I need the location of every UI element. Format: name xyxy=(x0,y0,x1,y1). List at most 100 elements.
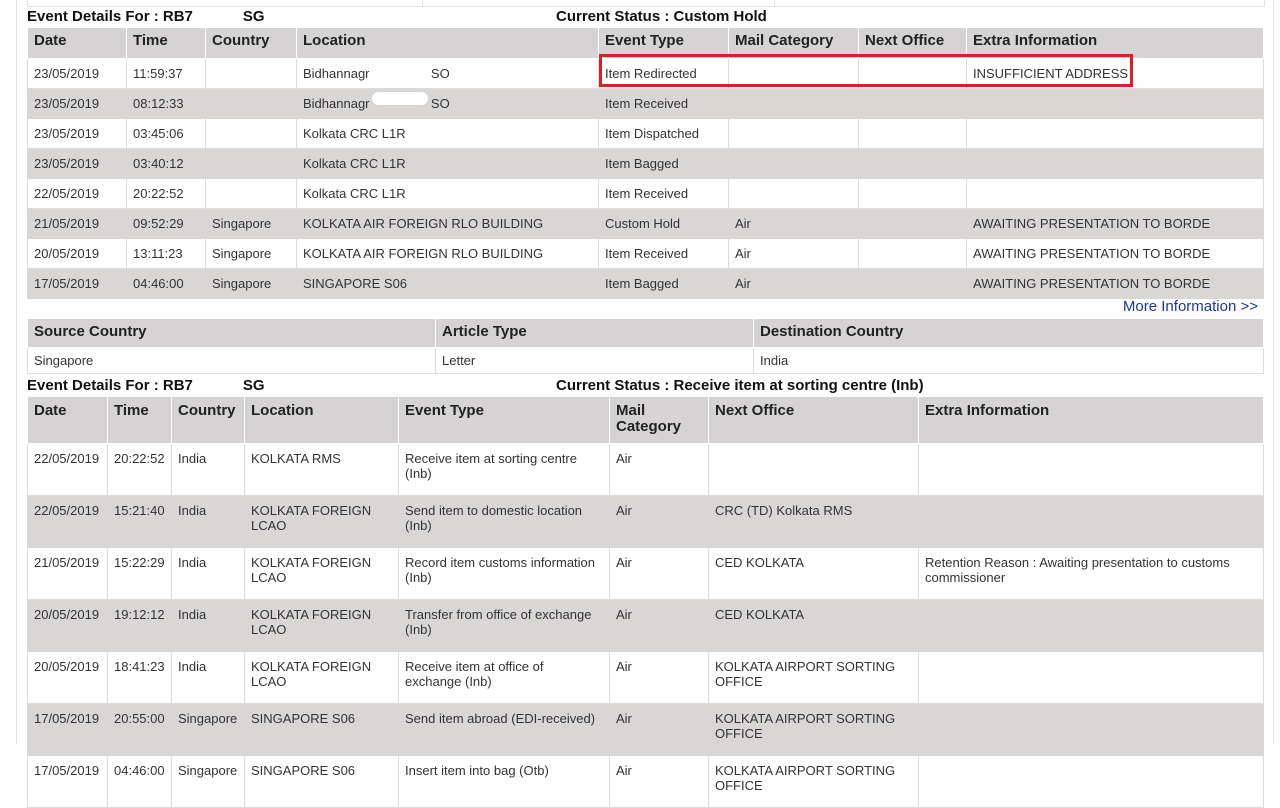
table-row: 23/05/2019 08:12:33 Bidhannagr SO Item Rece… xyxy=(27,88,1264,119)
extra-information-cell: Retention Reason : Awaiting presentation… xyxy=(918,547,1264,600)
mail-category-cell: Air xyxy=(609,651,709,704)
next-office-cell xyxy=(858,58,967,89)
time-cell: 04:46:00 xyxy=(107,755,172,808)
extra-information-cell xyxy=(966,178,1264,209)
event-details-label: Event Details For : RB7 SG xyxy=(27,377,265,394)
mail-category-cell: Air xyxy=(609,599,709,652)
extra-information-cell xyxy=(918,495,1264,548)
next-office-cell: KOLKATA AIRPORT SORTING OFFICE xyxy=(708,651,919,704)
table-row: 22/05/2019 15:21:40 India KOLKATA FOREIGN L… xyxy=(27,495,1264,548)
location-cell: KOLKATA FOREIGN LCAO xyxy=(244,599,399,652)
column-header-source-country: Source Country xyxy=(27,318,436,348)
next-office-cell xyxy=(858,208,967,239)
more-information-link[interactable]: More Information >> xyxy=(1123,298,1258,315)
column-header-extra-information: Extra Information xyxy=(966,27,1264,59)
next-office-cell xyxy=(858,118,967,149)
next-office-cell xyxy=(858,178,967,209)
country-cell xyxy=(205,148,297,179)
column-header-next-office: Next Office xyxy=(858,27,967,59)
extra-information-cell xyxy=(966,88,1264,119)
event-type-cell: Item Received xyxy=(598,178,729,209)
table-row: 23/05/2019 03:45:06 Kolkata CRC L1R Item Di… xyxy=(27,118,1264,149)
country-cell: India xyxy=(171,599,245,652)
event-type-cell: Item Received xyxy=(598,88,729,119)
previous-table-bottom xyxy=(27,0,1265,7)
event-type-cell: Item Bagged xyxy=(598,148,729,179)
table-header-row: Source Country Article Type Destination … xyxy=(27,318,1264,348)
extra-information-cell xyxy=(918,755,1264,808)
column-header-article-type: Article Type xyxy=(435,318,754,348)
country-cell: India xyxy=(171,443,245,496)
next-office-cell xyxy=(858,238,967,269)
time-cell: 20:55:00 xyxy=(107,703,172,756)
event-type-cell: Record item customs information (Inb) xyxy=(398,547,610,600)
country-cell: Singapore xyxy=(171,703,245,756)
extra-information-cell xyxy=(966,118,1264,149)
column-header-mail-category: Mail Category xyxy=(609,396,709,444)
date-cell: 23/05/2019 xyxy=(27,58,127,89)
country-cell: Singapore xyxy=(171,755,245,808)
column-header-destination-country: Destination Country xyxy=(753,318,1264,348)
extra-information-cell xyxy=(966,148,1264,179)
mail-category-cell xyxy=(728,178,859,209)
event-details-header-1: Event Details For : RB7 SG Current Statu… xyxy=(27,8,1263,26)
current-status-label: Current Status : Custom Hold xyxy=(556,8,767,25)
country-cell: Singapore xyxy=(205,208,297,239)
event-type-cell: Insert item into bag (Otb) xyxy=(398,755,610,808)
mail-category-cell: Air xyxy=(609,495,709,548)
mail-category-cell: Air xyxy=(609,547,709,600)
event-type-cell: Transfer from office of exchange (Inb) xyxy=(398,599,610,652)
table-header-row: Date Time Country Location Event Type Ma… xyxy=(27,27,1264,59)
country-cell: Singapore xyxy=(205,238,297,269)
location-cell: KOLKATA FOREIGN LCAO xyxy=(244,651,399,704)
time-cell: 13:11:23 xyxy=(126,238,206,269)
next-office-cell xyxy=(858,88,967,119)
date-cell: 23/05/2019 xyxy=(27,148,127,179)
location-cell: Kolkata CRC L1R xyxy=(296,148,599,179)
column-header-extra-information: Extra Information xyxy=(918,396,1264,444)
extra-information-cell xyxy=(918,703,1264,756)
next-office-cell: CRC (TD) Kolkata RMS xyxy=(708,495,919,548)
table-row: Singapore Letter India xyxy=(27,347,1264,374)
redaction-mark xyxy=(372,63,424,76)
location-cell: Bidhannagr SO xyxy=(296,88,599,119)
country-cell xyxy=(205,118,297,149)
date-cell: 22/05/2019 xyxy=(27,495,108,548)
event-type-cell: Item Received xyxy=(598,238,729,269)
extra-information-cell: AWAITING PRESENTATION TO BORDE xyxy=(966,268,1264,299)
mail-category-cell: Air xyxy=(728,208,859,239)
date-cell: 23/05/2019 xyxy=(27,88,127,119)
event-table-2: Date Time Country Location Event Type Ma… xyxy=(27,396,1264,808)
article-type-value: Letter xyxy=(435,347,754,374)
article-summary-table: Source Country Article Type Destination … xyxy=(27,318,1264,374)
column-header-event-type: Event Type xyxy=(398,396,610,444)
time-cell: 08:12:33 xyxy=(126,88,206,119)
event-type-cell: Receive item at sorting centre (Inb) xyxy=(398,443,610,496)
table-row: 21/05/2019 15:22:29 India KOLKATA FOREIGN L… xyxy=(27,547,1264,600)
time-cell: 03:40:12 xyxy=(126,148,206,179)
event-table-1: Date Time Country Location Event Type Ma… xyxy=(27,27,1264,299)
next-office-cell xyxy=(858,148,967,179)
date-cell: 22/05/2019 xyxy=(27,178,127,209)
time-cell: 20:22:52 xyxy=(107,443,172,496)
date-cell: 21/05/2019 xyxy=(27,547,108,600)
mail-category-cell xyxy=(728,148,859,179)
time-cell: 20:22:52 xyxy=(126,178,206,209)
date-cell: 17/05/2019 xyxy=(27,703,108,756)
location-cell: KOLKATA FOREIGN LCAO xyxy=(244,547,399,600)
location-cell: KOLKATA AIR FOREIGN RLO BUILDING xyxy=(296,238,599,269)
table-row: 22/05/2019 20:22:52 India KOLKATA RMS Receiv… xyxy=(27,443,1264,496)
table-row: 17/05/2019 04:46:00 Singapore SINGAPORE S06… xyxy=(27,755,1264,808)
table-row: 21/05/2019 09:52:29 Singapore KOLKATA AIR F… xyxy=(27,208,1264,239)
location-cell: Bidhannagr SO xyxy=(296,58,599,89)
column-header-date: Date xyxy=(27,396,108,444)
date-cell: 20/05/2019 xyxy=(27,238,127,269)
time-cell: 15:21:40 xyxy=(107,495,172,548)
next-office-cell xyxy=(858,268,967,299)
current-status-label: Current Status : Receive item at sorting… xyxy=(556,377,924,394)
table-row: 20/05/2019 19:12:12 India KOLKATA FOREIGN L… xyxy=(27,599,1264,652)
mail-category-cell: Air xyxy=(728,238,859,269)
location-cell: Kolkata CRC L1R xyxy=(296,178,599,209)
date-cell: 17/05/2019 xyxy=(27,755,108,808)
table-row: 22/05/2019 20:22:52 Kolkata CRC L1R Item Re… xyxy=(27,178,1264,209)
